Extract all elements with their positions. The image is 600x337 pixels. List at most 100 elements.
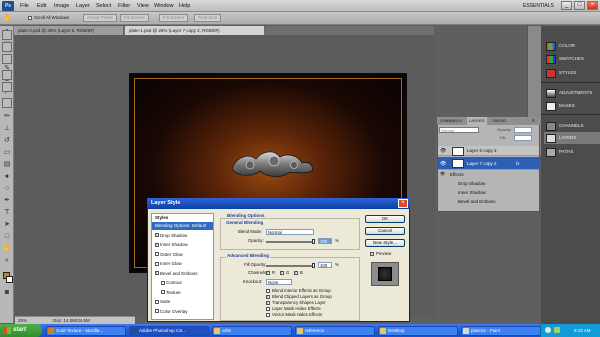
channel-b-checkbox[interactable] — [294, 270, 298, 276]
shape-tool-icon[interactable]: □ — [2, 232, 12, 242]
menu-view[interactable]: View — [137, 2, 149, 10]
styles-header[interactable]: Styles — [152, 214, 213, 222]
effect-drop-shadow[interactable]: Drop Shadow — [458, 180, 547, 188]
dock-item-layers[interactable]: LAYERS — [544, 132, 600, 144]
layer-fill-field[interactable] — [514, 135, 532, 141]
path-select-tool-icon[interactable]: ➤ — [2, 220, 12, 230]
opacity-slider[interactable] — [266, 241, 314, 243]
fill-opacity-slider[interactable] — [266, 265, 314, 267]
style-checkbox[interactable] — [155, 270, 159, 276]
opacity-value-field[interactable]: 100 — [318, 238, 332, 244]
blend-interior-effects-checkbox[interactable] — [266, 289, 270, 293]
dock-item-swatches[interactable]: SWATCHES — [544, 53, 600, 65]
dodge-tool-icon[interactable]: ○ — [2, 184, 12, 194]
knockout-select[interactable]: None — [266, 279, 292, 285]
tab-channels[interactable]: CHANNELS — [438, 117, 464, 125]
minimize-button[interactable]: _ — [561, 1, 572, 10]
taskbar-button[interactable]: orbit — [212, 326, 292, 336]
style-item[interactable]: Inner Glow — [152, 260, 213, 268]
history-icon[interactable] — [2, 70, 12, 80]
opacity-slider-handle[interactable] — [312, 239, 315, 244]
zoom-tool-icon[interactable]: ⌕ — [2, 256, 12, 266]
fill-screen-button[interactable]: Fill Screen — [159, 14, 189, 22]
style-item[interactable]: Satin — [152, 298, 213, 306]
style-checkbox[interactable] — [155, 299, 159, 304]
fit-screen-button[interactable]: Fit Screen — [120, 14, 149, 22]
dock-item-masks[interactable]: MASKS — [544, 100, 600, 112]
eraser-tool-icon[interactable]: ▭ — [2, 148, 12, 158]
style-checkbox[interactable] — [155, 242, 159, 248]
histogram-icon[interactable] — [2, 42, 12, 52]
panel-menu-icon[interactable]: ≡ — [532, 117, 535, 125]
menu-image[interactable]: Image — [54, 2, 69, 10]
info-icon[interactable] — [2, 54, 12, 64]
quick-mask-icon[interactable]: ◙ — [2, 288, 12, 298]
print-size-button[interactable]: Print Size — [194, 14, 222, 22]
close-window-button[interactable]: × — [587, 1, 598, 10]
clone-stamp-tool-icon[interactable]: ⊥ — [2, 124, 12, 134]
channel-r-checkbox[interactable] — [266, 270, 270, 276]
style-item[interactable]: Blending Options: Default — [152, 222, 213, 230]
taskbar-button[interactable]: Desktop — [378, 326, 458, 336]
layer-mask-hides-effects-checkbox[interactable] — [266, 307, 270, 311]
pen-tool-icon[interactable]: ✒ — [2, 196, 12, 206]
fill-opacity-value-field[interactable]: 100 — [318, 262, 332, 268]
style-item[interactable]: Inner Shadow — [152, 241, 213, 249]
style-checkbox[interactable] — [155, 252, 159, 256]
blur-tool-icon[interactable]: ● — [2, 172, 12, 182]
style-checkbox[interactable] — [161, 280, 165, 285]
dialog-close-button[interactable]: × — [398, 199, 408, 208]
style-checkbox[interactable] — [155, 261, 159, 266]
style-item[interactable]: Drop Shadow — [152, 232, 213, 240]
visibility-eye-icon[interactable]: 👁 — [440, 161, 446, 167]
channel-g-checkbox[interactable] — [280, 270, 284, 276]
menu-edit[interactable]: Edit — [37, 2, 46, 10]
scroll-all-windows-checkbox[interactable] — [28, 16, 32, 20]
layer-blend-mode-select[interactable]: Normal — [439, 127, 479, 133]
cancel-button[interactable]: Cancel — [365, 227, 405, 235]
character-icon[interactable] — [2, 98, 12, 108]
taskbar-button[interactable]: plate12 - Paint — [461, 326, 541, 336]
tab-plate-2[interactable]: plate-2.psd @ 25% (Layer 5, RGB/8#) — [14, 26, 124, 35]
dock-item-styles[interactable]: STYLES — [544, 67, 600, 79]
tab-layers[interactable]: LAYERS — [467, 117, 487, 125]
effect-inner-shadow[interactable]: Inner Shadow — [458, 189, 547, 197]
history-brush-tool-icon[interactable]: ↺ — [2, 136, 12, 146]
ok-button[interactable]: OK — [365, 215, 405, 223]
taskbar-button[interactable]: Gold Texture - Mozilla... — [46, 326, 126, 336]
fill-opacity-slider-handle[interactable] — [312, 263, 315, 268]
volume-icon[interactable] — [545, 327, 551, 333]
blend-clipped-layers-checkbox[interactable] — [266, 294, 270, 300]
type-tool-icon[interactable]: T — [2, 208, 12, 218]
style-item[interactable]: Color Overlay — [152, 308, 213, 316]
brush-tool-icon[interactable]: ✏ — [2, 112, 12, 122]
taskbar-button[interactable]: reference — [295, 326, 375, 336]
network-icon[interactable] — [554, 327, 560, 333]
vector-mask-hides-effects-checkbox[interactable] — [266, 313, 270, 317]
dock-item-paths[interactable]: PATHS — [544, 146, 600, 158]
visibility-eye-icon[interactable]: 👁 — [440, 171, 446, 176]
layer-opacity-field[interactable] — [514, 127, 532, 133]
menu-select[interactable]: Select — [96, 2, 111, 10]
navigator-icon[interactable] — [2, 30, 12, 40]
actual-pixels-button[interactable]: Actual Pixels — [83, 14, 117, 22]
style-item[interactable]: Outer Glow — [152, 251, 213, 259]
visibility-eye-icon[interactable]: 👁 — [440, 148, 446, 154]
menu-window[interactable]: Window — [154, 2, 174, 10]
style-checkbox[interactable] — [155, 309, 159, 313]
effects-row[interactable]: Effects — [450, 171, 539, 179]
actions-icon[interactable] — [2, 82, 12, 92]
effect-bevel-emboss[interactable]: Bevel and Emboss — [458, 198, 547, 206]
maximize-button[interactable]: □ — [574, 1, 585, 10]
menu-help[interactable]: Help — [179, 2, 190, 10]
dock-item-adjustments[interactable]: ADJUSTMENTS — [544, 87, 600, 99]
menu-filter[interactable]: Filter — [118, 2, 130, 10]
menu-file[interactable]: File — [20, 2, 29, 10]
new-style-button[interactable]: New Style... — [365, 239, 405, 247]
preview-checkbox[interactable] — [370, 251, 374, 257]
gradient-tool-icon[interactable]: ▤ — [2, 160, 12, 170]
blend-mode-select[interactable]: Normal — [266, 229, 314, 235]
zoom-level[interactable]: 25% — [18, 317, 27, 324]
menu-layer[interactable]: Layer — [76, 2, 90, 10]
dock-item-color[interactable]: COLOR — [544, 40, 600, 52]
